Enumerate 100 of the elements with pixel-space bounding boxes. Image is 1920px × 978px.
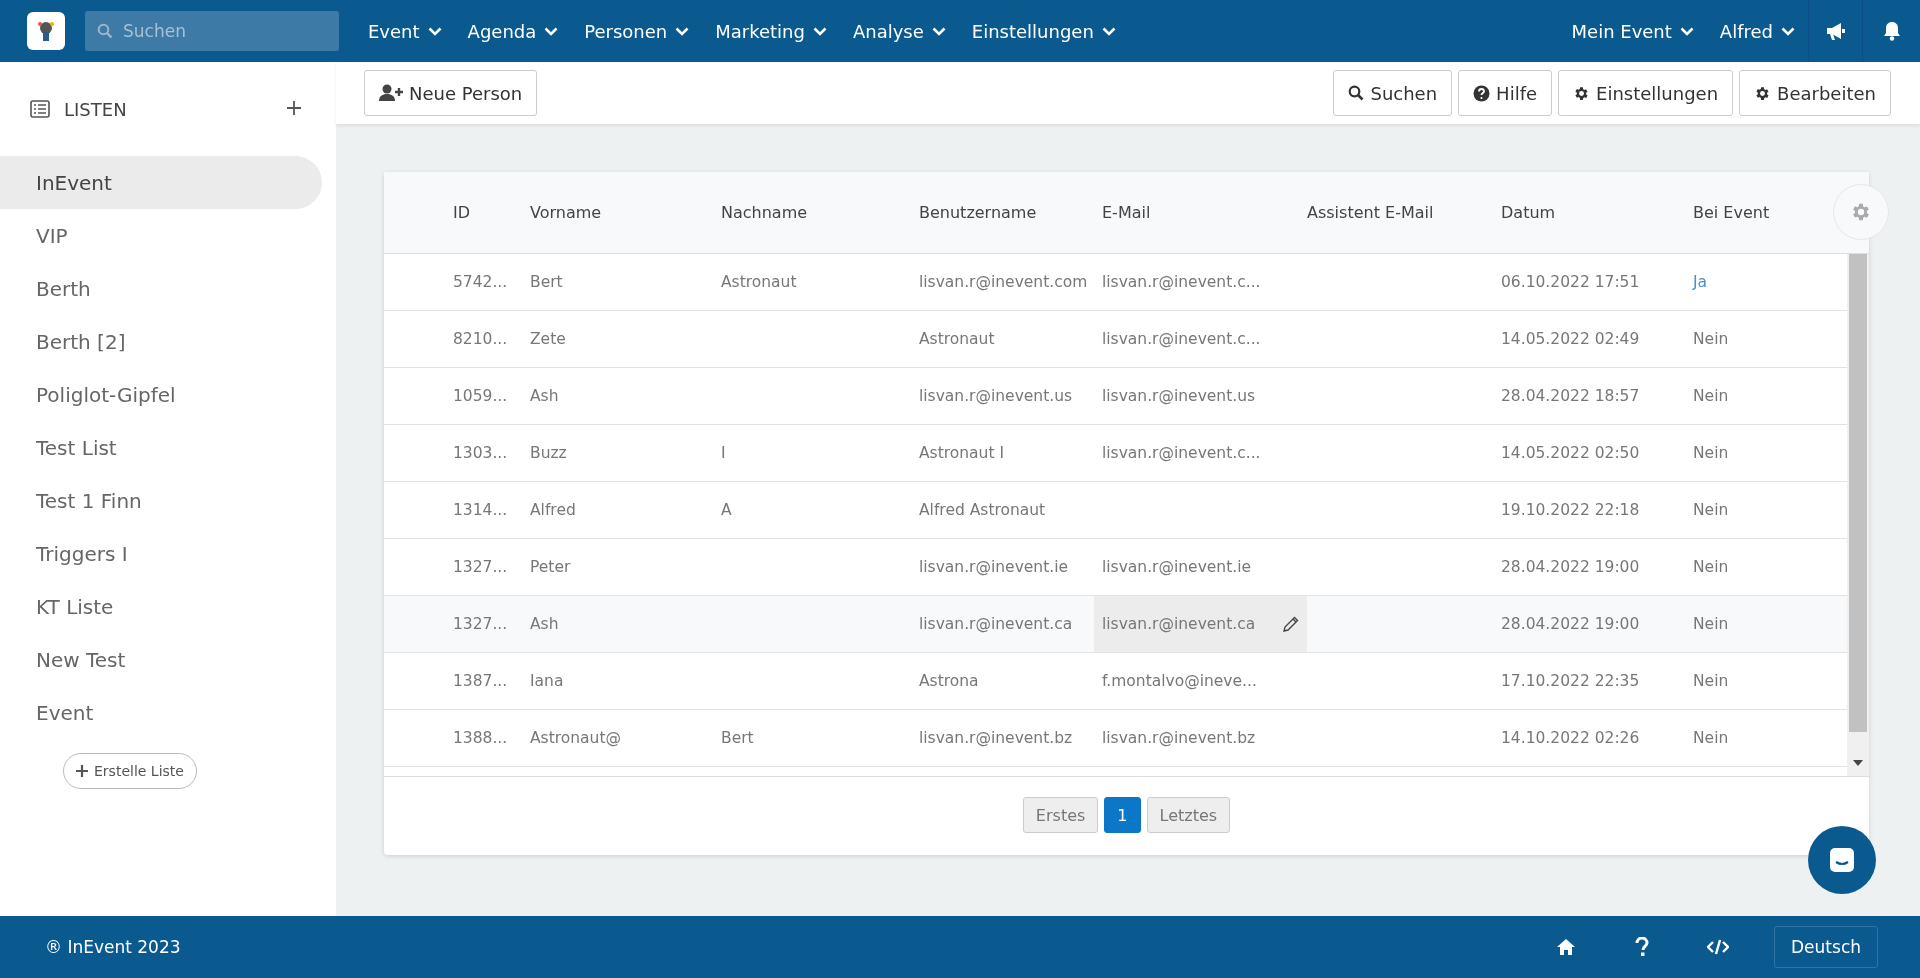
table-cell: 14.05.2022 02:50 bbox=[1501, 444, 1640, 462]
sidebar-item[interactable]: Berth bbox=[0, 262, 322, 315]
chevron-down-icon bbox=[675, 26, 690, 36]
chevron-down-icon bbox=[812, 26, 827, 36]
chevron-down-icon bbox=[544, 26, 559, 36]
table-cell: 1327... bbox=[453, 615, 508, 633]
table-cell: Nein bbox=[1693, 558, 1729, 576]
table-cell: Nein bbox=[1693, 729, 1729, 747]
table-cell: 1387... bbox=[453, 672, 508, 690]
sidebar-item[interactable]: Berth [2] bbox=[0, 315, 322, 368]
column-header[interactable]: Assistent E-Mail bbox=[1307, 203, 1434, 222]
table-cell: 28.04.2022 19:00 bbox=[1501, 558, 1640, 576]
table-cell: lisvan.r@inevent.c... bbox=[1102, 273, 1261, 291]
table-cell: 17.10.2022 22:35 bbox=[1501, 672, 1640, 690]
sidebar-item[interactable]: InEvent bbox=[0, 156, 322, 209]
sidebar-item[interactable]: Test 1 Finn bbox=[0, 474, 322, 527]
nav-menu[interactable]: Event bbox=[355, 0, 455, 62]
table-cell: Astronaut bbox=[919, 330, 995, 348]
search-icon bbox=[1348, 85, 1365, 101]
sidebar-title: LISTEN bbox=[64, 98, 128, 120]
language-button[interactable]: Deutsch bbox=[1774, 926, 1878, 968]
nav-menu[interactable]: Einstellungen bbox=[958, 0, 1129, 62]
table-cell: Ash bbox=[530, 387, 559, 405]
nav-menu[interactable]: Mein Event bbox=[1558, 0, 1707, 62]
table-cell: 14.10.2022 02:26 bbox=[1501, 729, 1640, 747]
nav-menu[interactable]: Agenda bbox=[454, 0, 572, 62]
gear-icon bbox=[1573, 84, 1591, 102]
create-list-button[interactable]: Erstelle Liste bbox=[63, 753, 197, 789]
add-person-icon bbox=[379, 84, 403, 102]
table-cell: lisvan.r@inevent.us bbox=[1102, 387, 1256, 405]
toolbar-button[interactable]: Suchen bbox=[1333, 70, 1453, 116]
column-header[interactable]: E-Mail bbox=[1102, 203, 1151, 222]
table-cell: 1388... bbox=[453, 729, 508, 747]
table-cell: 1314... bbox=[453, 501, 508, 519]
table-cell: Peter bbox=[530, 558, 571, 576]
table-cell: I bbox=[721, 444, 726, 462]
chevron-down-icon bbox=[1781, 26, 1795, 36]
table-cell: 1327... bbox=[453, 558, 508, 576]
pagination-button[interactable]: Letztes bbox=[1146, 797, 1231, 833]
table-cell: Astronaut@ bbox=[530, 729, 621, 747]
question-mark-icon bbox=[1635, 937, 1650, 957]
pagination-button[interactable]: Erstes bbox=[1022, 797, 1099, 833]
table-cell: 06.10.2022 17:51 bbox=[1501, 273, 1640, 291]
table-cell: lisvan.r@inevent.c... bbox=[1102, 444, 1261, 462]
column-header[interactable]: Vorname bbox=[530, 203, 602, 222]
home-icon bbox=[1556, 938, 1577, 956]
pagination-button[interactable]: 1 bbox=[1104, 797, 1141, 833]
table-cell: lisvan.r@inevent.bz bbox=[1102, 729, 1256, 747]
table-cell: Zete bbox=[530, 330, 566, 348]
table-cell: Nein bbox=[1693, 615, 1729, 633]
column-header[interactable]: Benutzername bbox=[919, 203, 1037, 222]
table-cell: lisvan.r@inevent.us bbox=[919, 387, 1073, 405]
table-cell: lisvan.r@inevent.ie bbox=[919, 558, 1069, 576]
nav-menu[interactable]: Alfred bbox=[1706, 0, 1808, 62]
gear-icon bbox=[1754, 84, 1772, 102]
plus-icon bbox=[286, 99, 302, 116]
toolbar-button[interactable]: Bearbeiten bbox=[1739, 70, 1891, 116]
sidebar-item[interactable]: Test List bbox=[0, 421, 322, 474]
sidebar-item[interactable]: KT Liste bbox=[0, 580, 322, 633]
search-field[interactable]: Suchen bbox=[85, 11, 339, 51]
table-cell: Astrona bbox=[919, 672, 979, 690]
table-cell: lisvan.r@inevent.com bbox=[919, 273, 1088, 291]
nav-menu[interactable]: Analyse bbox=[839, 0, 959, 62]
toolbar-button[interactable]: Einstellungen bbox=[1558, 70, 1734, 116]
table-cell: Nein bbox=[1693, 444, 1729, 462]
sidebar-item[interactable]: Event bbox=[0, 686, 322, 739]
chevron-down-icon bbox=[931, 26, 946, 36]
pencil-icon[interactable] bbox=[1283, 616, 1299, 632]
table-cell: lisvan.r@inevent.bz bbox=[919, 729, 1073, 747]
sidebar-item[interactable]: Poliglot-Gipfel bbox=[0, 368, 322, 421]
app-logo[interactable] bbox=[27, 12, 65, 50]
chat-icon bbox=[1827, 845, 1857, 875]
table-cell: 1059... bbox=[453, 387, 508, 405]
table-cell: Iana bbox=[530, 672, 564, 690]
column-header[interactable]: Nachname bbox=[721, 203, 808, 222]
column-header[interactable]: Datum bbox=[1501, 203, 1556, 222]
table-cell: Nein bbox=[1693, 672, 1729, 690]
table-cell: Bert bbox=[721, 729, 754, 747]
table-cell: f.montalvo@ineve... bbox=[1102, 672, 1257, 690]
chevron-down-icon bbox=[427, 26, 442, 36]
table-cell: Ash bbox=[530, 615, 559, 633]
table-cell: 14.05.2022 02:49 bbox=[1501, 330, 1640, 348]
nav-menu[interactable]: Personen bbox=[571, 0, 703, 62]
scroll-down-arrow-icon[interactable] bbox=[1853, 760, 1863, 766]
bell-icon bbox=[1882, 21, 1901, 41]
table-cell: Ja bbox=[1693, 273, 1708, 291]
toolbar-button[interactable]: Hilfe bbox=[1458, 70, 1553, 116]
column-header[interactable]: ID bbox=[453, 203, 471, 222]
sidebar-item[interactable]: VIP bbox=[0, 209, 322, 262]
sidebar-item[interactable]: New Test bbox=[0, 633, 322, 686]
table-cell: Nein bbox=[1693, 387, 1729, 405]
scrollbar[interactable] bbox=[1847, 254, 1869, 776]
table-cell: 5742... bbox=[453, 273, 508, 291]
column-header[interactable]: Bei Event bbox=[1693, 203, 1770, 222]
sidebar-item[interactable]: Triggers I bbox=[0, 527, 322, 580]
table-cell: lisvan.r@inevent.ca bbox=[1102, 615, 1256, 633]
table-cell: 8210... bbox=[453, 330, 508, 348]
new-person-button[interactable]: Neue Person bbox=[364, 70, 538, 116]
copyright-text: ® InEvent 2023 bbox=[45, 937, 181, 957]
nav-menu[interactable]: Marketing bbox=[702, 0, 840, 62]
